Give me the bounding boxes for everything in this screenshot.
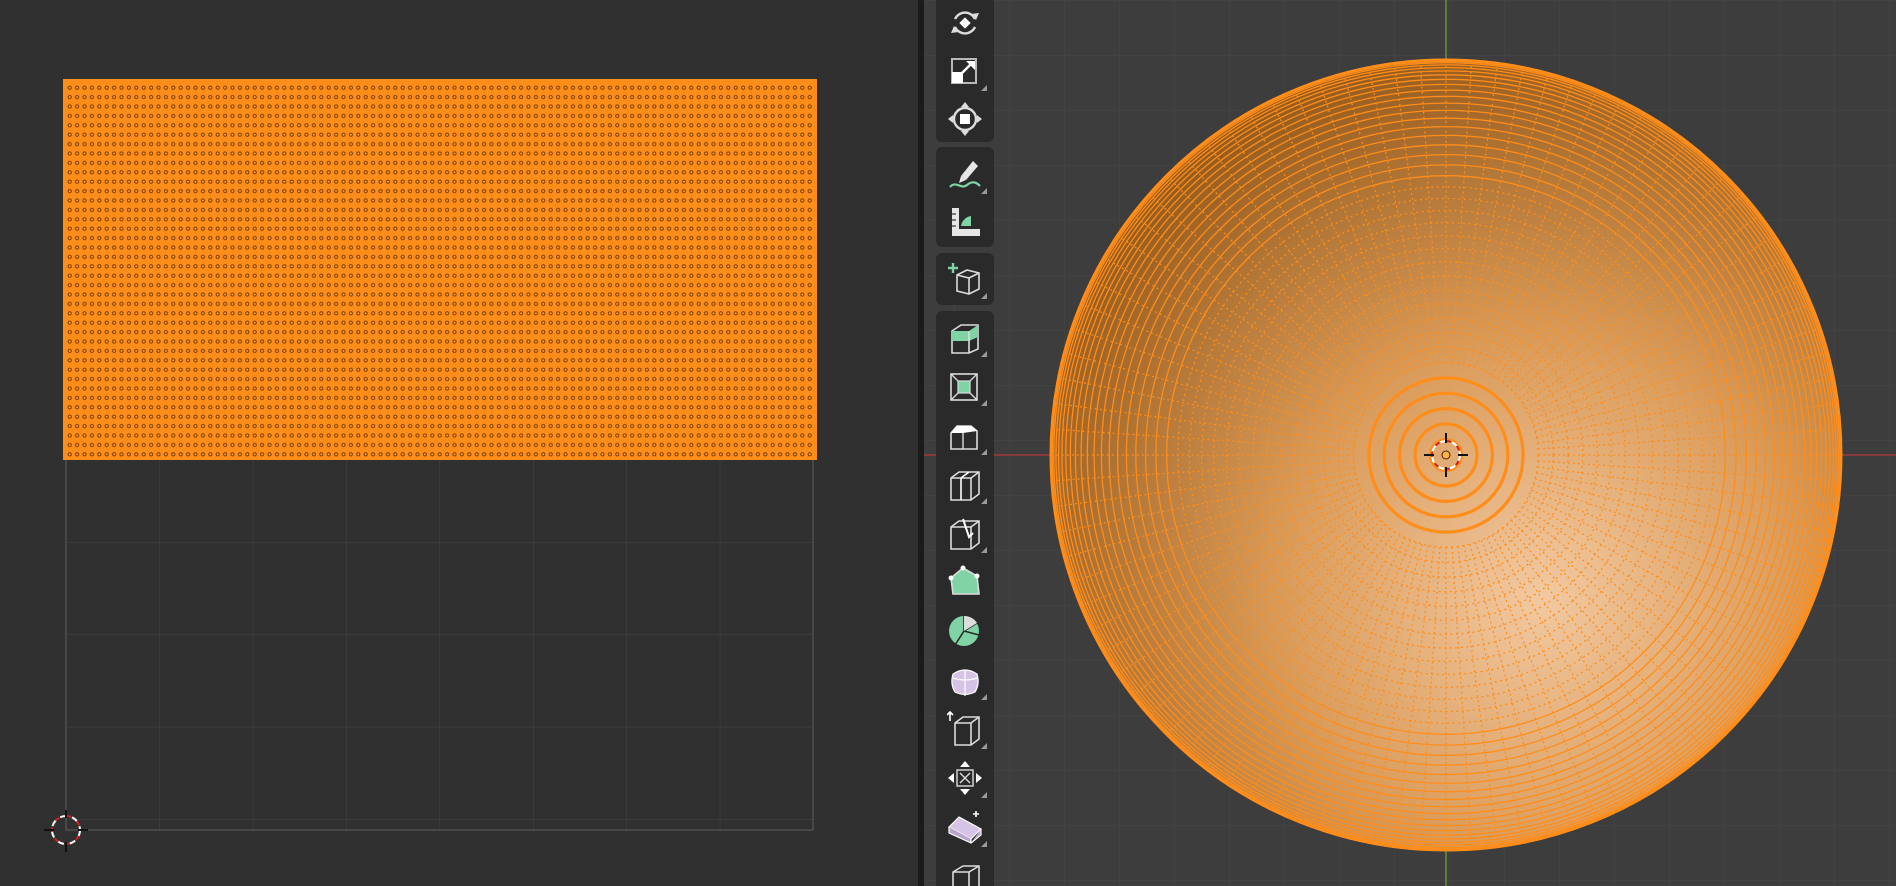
smooth-icon bbox=[951, 669, 979, 696]
tool-bevel[interactable] bbox=[940, 412, 990, 458]
edge-slide-icon bbox=[947, 711, 980, 746]
tool-shear[interactable] bbox=[940, 804, 990, 850]
poly-build-icon bbox=[948, 565, 980, 595]
tool-spin[interactable] bbox=[940, 608, 990, 654]
tool-rip-region[interactable] bbox=[940, 853, 990, 886]
inset-faces-icon bbox=[950, 373, 978, 401]
tool-scale[interactable] bbox=[940, 48, 990, 94]
spin-icon bbox=[949, 615, 980, 646]
uv-island-selected[interactable] bbox=[64, 80, 816, 459]
viewport-canvas[interactable] bbox=[924, 0, 1896, 886]
uv-canvas[interactable] bbox=[0, 0, 918, 886]
3d-viewport[interactable] bbox=[924, 0, 1896, 886]
tool-rotate[interactable] bbox=[940, 0, 990, 46]
tool-group-add bbox=[936, 253, 994, 305]
tool-extrude-region[interactable] bbox=[940, 314, 990, 360]
measure-icon bbox=[952, 208, 980, 236]
annotate-icon bbox=[949, 161, 981, 188]
rotate-icon bbox=[951, 11, 979, 35]
shear-icon bbox=[948, 811, 982, 844]
add-cube-icon bbox=[948, 263, 980, 295]
tool-measure[interactable] bbox=[940, 199, 990, 245]
scale-icon bbox=[951, 58, 977, 84]
tool-shelf bbox=[936, 0, 994, 886]
tool-inset-faces[interactable] bbox=[940, 363, 990, 409]
rip-region-icon bbox=[952, 865, 980, 886]
tool-annotate[interactable] bbox=[940, 151, 990, 197]
tool-transform[interactable] bbox=[940, 96, 990, 142]
tool-shrink-fatten[interactable] bbox=[940, 755, 990, 801]
tool-smooth[interactable] bbox=[940, 657, 990, 703]
transform-icon bbox=[948, 102, 982, 136]
shrink-fatten-icon bbox=[948, 761, 982, 795]
loop-cut-icon bbox=[950, 471, 980, 501]
uv-editor[interactable] bbox=[0, 0, 918, 886]
tool-knife[interactable] bbox=[940, 510, 990, 556]
tool-group-mesh-edit bbox=[936, 311, 994, 886]
knife-icon bbox=[950, 518, 980, 550]
tool-loop-cut[interactable] bbox=[940, 461, 990, 507]
tool-group-transform bbox=[936, 0, 994, 142]
tool-edge-slide[interactable] bbox=[940, 706, 990, 752]
tool-group-annotate bbox=[936, 147, 994, 247]
tool-poly-build[interactable] bbox=[940, 559, 990, 605]
origin-point bbox=[1441, 450, 1451, 460]
extrude-region-icon bbox=[951, 324, 979, 354]
tool-add-cube[interactable] bbox=[940, 256, 990, 302]
bevel-icon bbox=[950, 425, 978, 450]
